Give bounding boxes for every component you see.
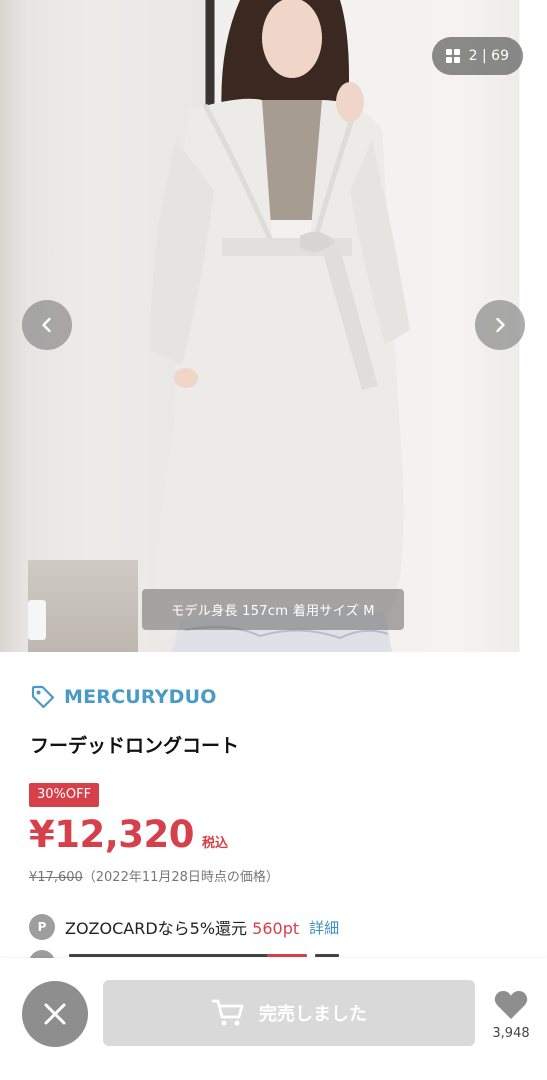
close-icon xyxy=(44,1003,66,1025)
original-price-row: ¥17,600（2022年11月28日時点の価格） xyxy=(29,866,279,885)
cart-icon xyxy=(211,999,244,1026)
favorite-count: 3,948 xyxy=(492,1026,530,1041)
model-photo xyxy=(150,0,410,652)
points-value: 560pt xyxy=(252,919,300,938)
image-counter-button[interactable]: 2 | 69 xyxy=(431,37,523,75)
zozocard-points-row: P ZOZOCARDなら5%還元 560pt 詳細 xyxy=(29,914,339,940)
partially-hidden-value xyxy=(267,954,307,957)
heart-icon xyxy=(494,991,528,1019)
tag-icon xyxy=(31,685,55,709)
bottom-action-bar: 完売しました 3,948 xyxy=(0,958,547,1080)
points-detail-link[interactable]: 詳細 xyxy=(309,917,339,938)
points-text: ZOZOCARDなら5%還元 560pt xyxy=(65,915,299,939)
chevron-right-icon xyxy=(496,317,505,333)
chevron-left-icon xyxy=(42,317,51,333)
partially-hidden-link xyxy=(315,954,339,957)
original-price: ¥17,600 xyxy=(29,870,83,885)
brand-name[interactable]: MERCURYDUO xyxy=(64,686,217,708)
close-button[interactable] xyxy=(22,981,88,1047)
previous-image-button[interactable] xyxy=(22,300,72,350)
tax-label: 税込 xyxy=(202,836,229,851)
points-description: ZOZOCARDなら5%還元 xyxy=(65,919,248,938)
points-icon: P xyxy=(29,914,55,940)
next-image-button[interactable] xyxy=(475,300,525,350)
sale-price: ¥12,320 xyxy=(29,813,195,856)
grid-icon xyxy=(445,49,460,63)
sold-out-label: 完売しました xyxy=(259,1004,367,1025)
product-title: フーデッドロングコート xyxy=(30,735,240,757)
image-counter-text: 2 | 69 xyxy=(468,48,509,64)
add-to-cart-button-disabled[interactable]: 完売しました xyxy=(103,980,475,1046)
discount-badge: 30%OFF xyxy=(29,783,100,807)
brand-link[interactable]: MERCURYDUO xyxy=(30,684,217,710)
partially-hidden-text xyxy=(69,954,269,957)
model-size-caption: モデル身長 157cm 着用サイズ M xyxy=(142,589,404,630)
favorite-button[interactable]: 3,948 xyxy=(488,990,534,1041)
price-row: ¥12,320 税込 xyxy=(29,813,228,856)
original-price-note: （2022年11月28日時点の価格） xyxy=(82,870,279,885)
product-image[interactable]: 2 | 69 モデル身長 157cm 着用サイズ M xyxy=(0,0,547,652)
